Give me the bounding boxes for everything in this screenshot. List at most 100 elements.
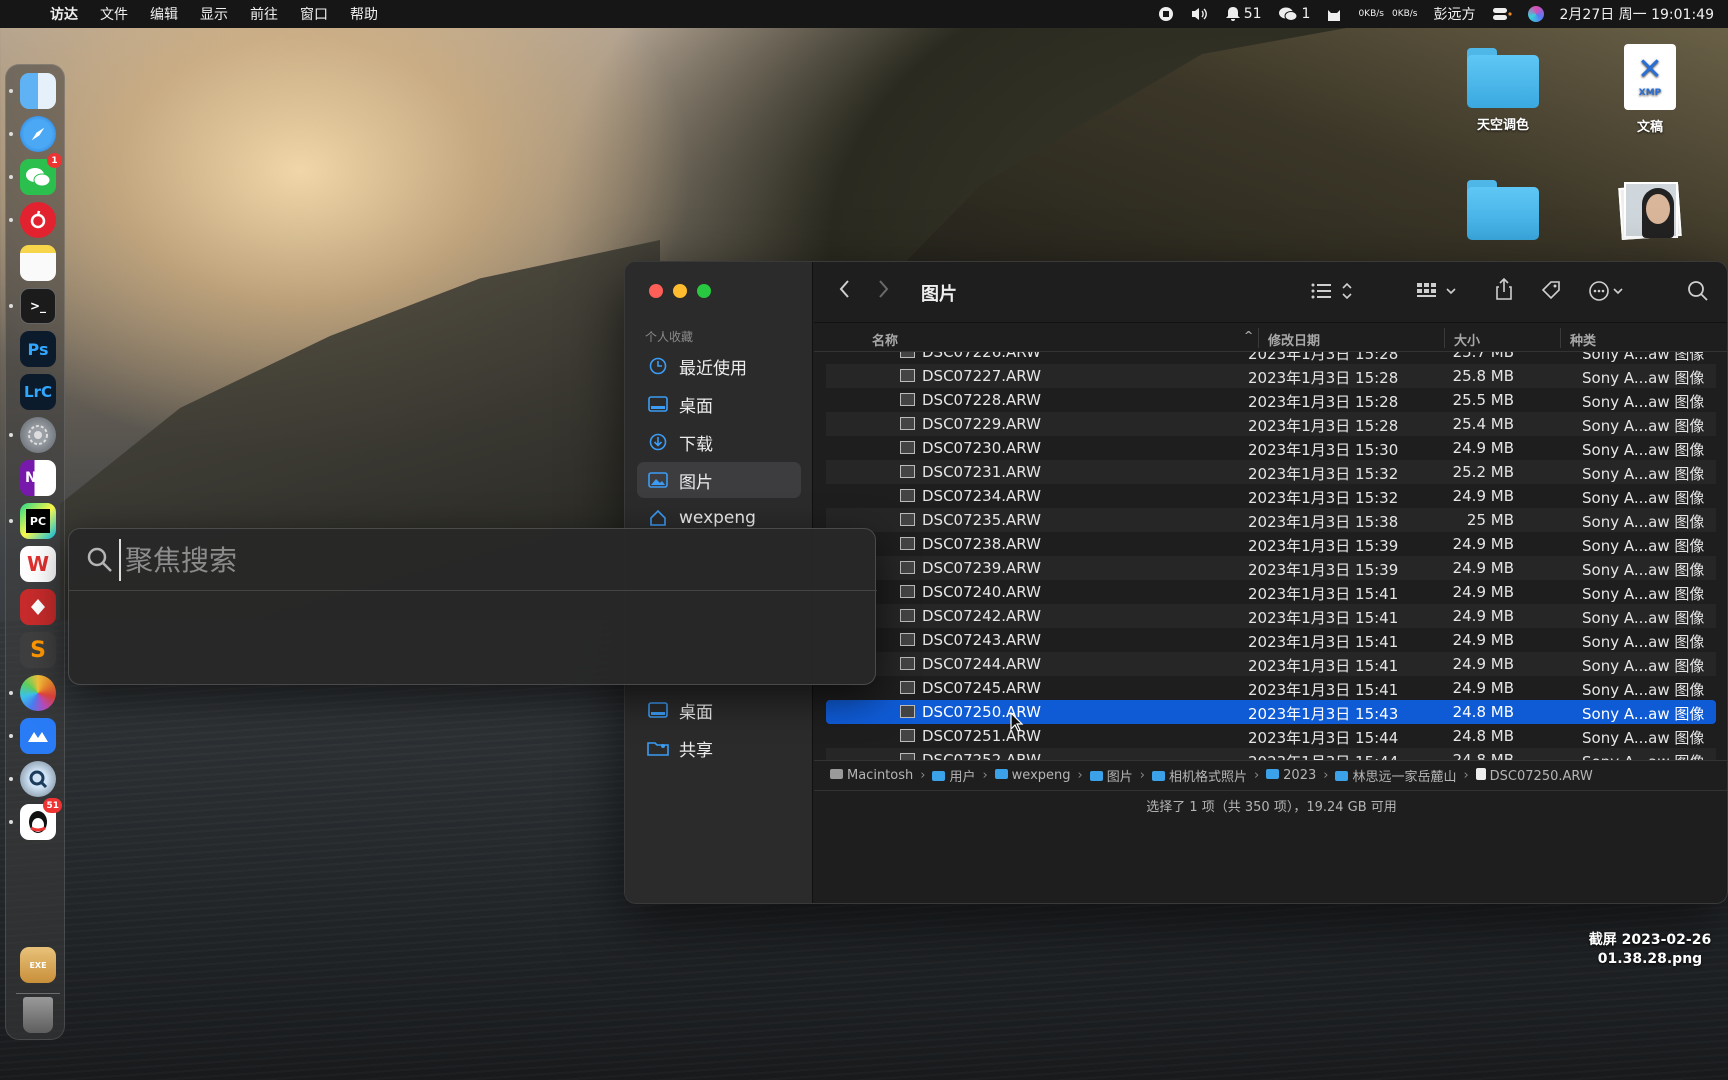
menu-file[interactable]: 文件 bbox=[100, 4, 128, 24]
file-name: DSC07227.ARW bbox=[922, 367, 1041, 385]
menu-go[interactable]: 前往 bbox=[250, 4, 278, 24]
back-chevron-icon[interactable] bbox=[838, 278, 852, 305]
close-button[interactable] bbox=[649, 284, 663, 298]
pycharm-icon[interactable]: PC bbox=[20, 503, 56, 539]
desktop-screenshot-file[interactable]: 截屏 2023-02-26 01.38.28.png bbox=[1570, 931, 1728, 969]
file-date: 2023年1月3日 15:41 bbox=[1248, 657, 1399, 675]
tag-icon[interactable] bbox=[1540, 279, 1562, 306]
wechat-indicator[interactable]: 1 bbox=[1278, 6, 1310, 22]
lanhu-icon[interactable] bbox=[20, 718, 56, 754]
table-row[interactable]: DSC07251.ARW 2023年1月3日 15:44 24.8 MB Sony A… bbox=[826, 724, 1716, 748]
path-segment[interactable]: Macintosh bbox=[830, 768, 913, 783]
table-row[interactable]: DSC07245.ARW 2023年1月3日 15:41 24.9 MB Sony A… bbox=[826, 676, 1716, 700]
share-icon[interactable] bbox=[1494, 277, 1514, 306]
column-kind[interactable]: 种类 bbox=[1570, 330, 1596, 349]
input-user-label[interactable]: 彭远方 bbox=[1434, 4, 1476, 24]
file-date: 2023年1月3日 15:44 bbox=[1248, 729, 1399, 747]
column-size[interactable]: 大小 bbox=[1454, 330, 1480, 349]
desktop-photo-file[interactable] bbox=[1595, 180, 1705, 241]
sidebar-item-pictures[interactable]: 图片 bbox=[637, 462, 801, 498]
system-preferences-icon[interactable] bbox=[20, 417, 56, 453]
table-row[interactable]: DSC07234.ARW 2023年1月3日 15:32 24.9 MB Sony A… bbox=[826, 484, 1716, 508]
path-segment[interactable]: 相机格式照片 bbox=[1151, 766, 1247, 785]
xmp-file-icon: ✕ XMP bbox=[1624, 44, 1676, 110]
safari-icon[interactable] bbox=[20, 116, 56, 152]
menu-view[interactable]: 显示 bbox=[200, 4, 228, 24]
path-segment[interactable]: wexpeng bbox=[994, 768, 1071, 783]
qq-icon[interactable]: 51 bbox=[20, 798, 62, 840]
desktop-folder-unnamed[interactable] bbox=[1448, 180, 1558, 246]
zoom-button[interactable] bbox=[697, 284, 711, 298]
sidebar-item-desktop[interactable]: 桌面 bbox=[637, 386, 801, 422]
more-actions-icon[interactable] bbox=[1588, 280, 1628, 307]
cards-icon[interactable] bbox=[20, 589, 56, 625]
sidebar-item-downloads[interactable]: 下载 bbox=[637, 424, 801, 460]
sidebar-item-shared[interactable]: 共享 bbox=[637, 730, 801, 766]
finder-icon[interactable] bbox=[20, 73, 56, 109]
menu-finder[interactable]: 访达 bbox=[50, 4, 78, 24]
trash-icon[interactable] bbox=[23, 997, 53, 1033]
notification-indicator[interactable]: 51 bbox=[1225, 6, 1262, 22]
table-row[interactable]: DSC07240.ARW 2023年1月3日 15:41 24.9 MB Sony A… bbox=[826, 580, 1716, 604]
record-stop-icon[interactable] bbox=[1158, 6, 1174, 22]
photos-icon[interactable] bbox=[20, 675, 56, 711]
table-row[interactable]: DSC07229.ARW 2023年1月3日 15:28 25.4 MB Sony A… bbox=[826, 412, 1716, 436]
table-row[interactable]: DSC07227.ARW 2023年1月3日 15:28 25.8 MB Sony A… bbox=[826, 364, 1716, 388]
sort-chevron-up-icon[interactable]: ^ bbox=[1244, 329, 1253, 342]
group-view-icon[interactable] bbox=[1416, 280, 1460, 307]
table-row[interactable]: DSC07230.ARW 2023年1月3日 15:30 24.9 MB Sony A… bbox=[826, 436, 1716, 460]
sidebar-item-label: 桌面 bbox=[679, 396, 713, 417]
minimize-button[interactable] bbox=[673, 284, 687, 298]
table-row[interactable]: DSC07242.ARW 2023年1月3日 15:41 24.9 MB Sony A… bbox=[826, 604, 1716, 628]
raw-image-file-icon bbox=[900, 417, 915, 430]
sidebar-item-desktop-icloud[interactable]: 桌面 bbox=[637, 692, 801, 728]
clock-datetime[interactable]: 2月27日 周一 19:01:49 bbox=[1560, 4, 1715, 24]
column-name[interactable]: 名称 bbox=[872, 330, 898, 349]
search-icon[interactable] bbox=[1687, 280, 1709, 307]
sublime-text-icon[interactable]: S bbox=[20, 632, 56, 668]
menu-help[interactable]: 帮助 bbox=[350, 4, 378, 24]
volume-icon[interactable] bbox=[1190, 6, 1210, 22]
quicktime-icon[interactable] bbox=[20, 761, 56, 797]
table-row[interactable]: DSC07252.ARW 2023年1月3日 15:44 24.8 MB Sony A… bbox=[826, 748, 1716, 760]
desktop-folder-sky[interactable]: 天空调色 bbox=[1448, 48, 1558, 133]
control-center-icon[interactable] bbox=[1492, 7, 1512, 21]
notes-icon[interactable] bbox=[20, 245, 56, 281]
table-row[interactable]: DSC07226.ARW 2023年1月3日 15:28 25.7 MB Sony A… bbox=[826, 352, 1716, 364]
table-row[interactable]: DSC07231.ARW 2023年1月3日 15:32 25.2 MB Sony A… bbox=[826, 460, 1716, 484]
netease-music-icon[interactable] bbox=[20, 202, 56, 238]
table-row[interactable]: DSC07235.ARW 2023年1月3日 15:38 25 MB Sony A..… bbox=[826, 508, 1716, 532]
network-speed[interactable]: 0KB/s 0KB/s bbox=[1358, 9, 1417, 19]
table-row[interactable]: DSC07228.ARW 2023年1月3日 15:28 25.5 MB Sony A… bbox=[826, 388, 1716, 412]
file-size: 25.7 MB bbox=[1452, 352, 1514, 361]
wechat-icon[interactable]: 1 bbox=[20, 153, 62, 195]
sidebar-item-label: 最近使用 bbox=[679, 358, 747, 379]
cat-app-icon[interactable] bbox=[1326, 6, 1342, 22]
path-segment[interactable]: 图片 bbox=[1089, 766, 1133, 785]
table-row[interactable]: DSC07238.ARW 2023年1月3日 15:39 24.9 MB Sony A… bbox=[826, 532, 1716, 556]
path-segment[interactable]: 林思远一家岳麓山 bbox=[1335, 766, 1456, 785]
archive-exe-icon[interactable]: EXE bbox=[20, 947, 56, 983]
siri-icon[interactable] bbox=[1527, 6, 1544, 22]
file-size: 24.8 MB bbox=[1452, 751, 1514, 760]
column-date[interactable]: 修改日期 bbox=[1268, 330, 1320, 349]
menu-edit[interactable]: 编辑 bbox=[150, 4, 178, 24]
table-row[interactable]: DSC07244.ARW 2023年1月3日 15:41 24.9 MB Sony A… bbox=[826, 652, 1716, 676]
terminal-icon[interactable]: >_ bbox=[20, 288, 56, 324]
sidebar-item-recents[interactable]: 最近使用 bbox=[637, 348, 801, 384]
path-segment[interactable]: 用户 bbox=[932, 766, 975, 785]
wps-icon[interactable]: W bbox=[20, 546, 56, 582]
photoshop-icon[interactable]: Ps bbox=[20, 331, 56, 367]
path-segment[interactable]: 2023 bbox=[1266, 768, 1316, 783]
spotlight-search-input[interactable] bbox=[119, 539, 819, 581]
table-row[interactable]: DSC07243.ARW 2023年1月3日 15:41 24.9 MB Sony A… bbox=[826, 628, 1716, 652]
desktop-xmp-document[interactable]: ✕ XMP 文稿 bbox=[1595, 44, 1705, 135]
table-row-selected[interactable]: DSC07250.ARW 2023年1月3日 15:43 24.8 MB Sony A… bbox=[826, 700, 1716, 724]
forward-chevron-icon[interactable] bbox=[876, 278, 890, 305]
lightroom-classic-icon[interactable]: LrC bbox=[20, 374, 56, 410]
path-segment[interactable]: DSC07250.ARW bbox=[1475, 767, 1593, 784]
onenote-icon[interactable]: N bbox=[20, 460, 56, 496]
menu-window[interactable]: 窗口 bbox=[300, 4, 328, 24]
list-view-icon[interactable] bbox=[1310, 280, 1354, 307]
table-row[interactable]: DSC07239.ARW 2023年1月3日 15:39 24.9 MB Sony A… bbox=[826, 556, 1716, 580]
